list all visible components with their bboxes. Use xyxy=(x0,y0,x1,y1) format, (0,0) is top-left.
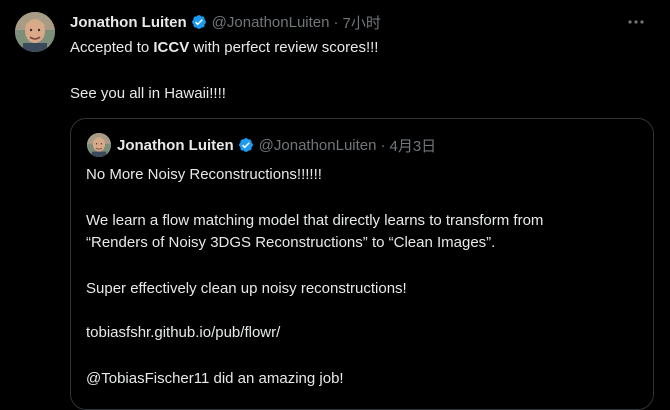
quoted-text-line: Super effectively clean up noisy reconst… xyxy=(86,280,407,297)
verified-badge-icon xyxy=(237,136,255,154)
tweet-header: Jonathon Luiten @JonathonLuiten · 7小时 xyxy=(70,12,381,32)
author-avatar[interactable] xyxy=(15,12,55,52)
tweet: Jonathon Luiten @JonathonLuiten · 7小时 Ac… xyxy=(0,0,670,410)
post-text-line-1: Accepted to ICCV with perfect review sco… xyxy=(70,38,378,58)
quoted-author-handle: @JonathonLuiten xyxy=(258,136,377,154)
more-options-icon[interactable] xyxy=(624,10,648,34)
author-handle[interactable]: @JonathonLuiten xyxy=(212,14,330,31)
post-text-bold: ICCV xyxy=(153,39,190,56)
separator-dot: · xyxy=(380,136,386,154)
quoted-tweet-header: Jonathon Luiten @JonathonLuiten · 4月3日 xyxy=(117,135,436,155)
quoted-post-date: 4月3日 xyxy=(389,137,437,155)
quoted-tweet[interactable]: Jonathon Luiten @JonathonLuiten · 4月3日 N… xyxy=(70,118,654,410)
quoted-author-name: Jonathon Luiten xyxy=(117,136,234,154)
author-name[interactable]: Jonathon Luiten xyxy=(70,14,187,31)
quoted-link[interactable]: tobiasfshr.github.io/pub/flowr/ xyxy=(86,323,280,343)
quoted-text-line: We learn a flow matching model that dire… xyxy=(86,212,544,229)
quoted-author-avatar xyxy=(87,133,111,157)
verified-badge-icon xyxy=(190,13,208,31)
post-text-line-2: See you all in Hawaii!!!! xyxy=(70,85,226,102)
quoted-mention-line[interactable]: @TobiasFischer11 did an amazing job! xyxy=(86,369,344,389)
post-text-part: with perfect review scores!!! xyxy=(189,39,379,56)
quoted-text-line: “Renders of Noisy 3DGS Reconstructions” … xyxy=(86,234,496,251)
quoted-text-line: No More Noisy Reconstructions!!!!!! xyxy=(86,166,322,183)
separator-dot: · xyxy=(333,13,339,31)
post-text-part: Accepted to xyxy=(70,39,154,56)
post-time[interactable]: 7小时 xyxy=(342,12,380,33)
